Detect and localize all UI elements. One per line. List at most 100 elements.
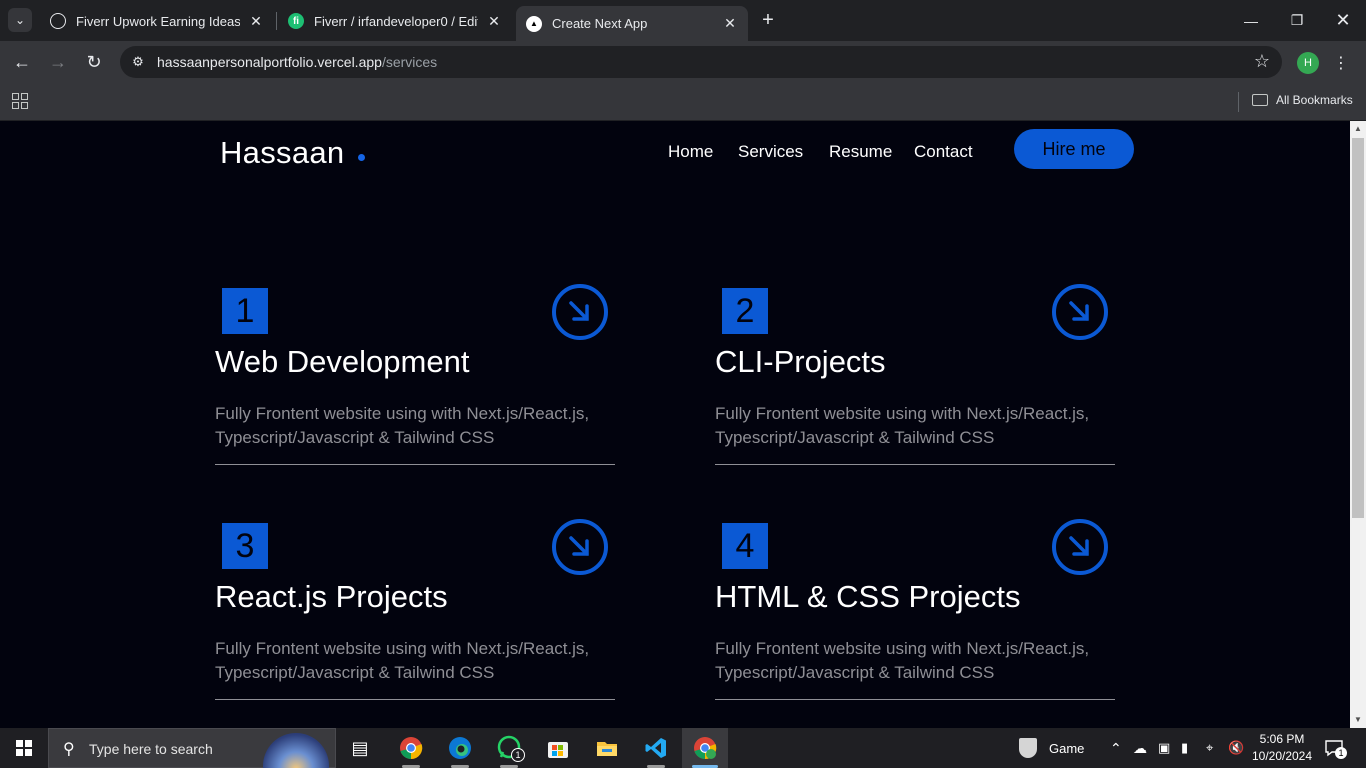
- reload-icon[interactable]: ↻: [82, 50, 106, 74]
- clock-date: 10/20/2024: [1251, 749, 1313, 763]
- service-title: Web Development: [215, 344, 470, 379]
- battery-icon[interactable]: ▮: [1181, 728, 1188, 768]
- hire-me-button[interactable]: Hire me: [1014, 129, 1134, 169]
- nav-resume[interactable]: Resume: [829, 142, 892, 162]
- notification-icon[interactable]: 1: [1324, 738, 1347, 759]
- page-scrollbar[interactable]: ▲ ▼: [1350, 121, 1366, 728]
- search-highlight-image: [263, 733, 329, 768]
- back-arrow-icon[interactable]: ←: [10, 50, 34, 74]
- url-host: hassaanpersonalportfolio.vercel.app: [157, 54, 382, 70]
- clock-time: 5:06 PM: [1259, 732, 1305, 746]
- arrow-down-right-icon[interactable]: [552, 519, 608, 575]
- tab-search-chevron-icon[interactable]: ⌄: [8, 8, 32, 32]
- service-number: 2: [722, 288, 768, 334]
- site-settings-icon[interactable]: ⚙: [128, 52, 148, 72]
- whatsapp-badge: 1: [511, 748, 525, 762]
- arrow-down-right-icon[interactable]: [1052, 284, 1108, 340]
- tab-create-next-app[interactable]: ▲ Create Next App ✕: [516, 6, 748, 41]
- tab-title: Create Next App: [552, 16, 648, 31]
- nav-contact[interactable]: Contact: [914, 142, 973, 162]
- service-description: Fully Frontent website using with Next.j…: [715, 639, 1090, 682]
- windows-taskbar: ⚲ Type here to search ▤ 1 Game ⌃ ☁ ▣ ▮ ⌖…: [0, 728, 1366, 768]
- url-text[interactable]: hassaanpersonalportfolio.vercel.app/serv…: [157, 54, 437, 70]
- volume-muted-icon[interactable]: 🔇: [1228, 728, 1244, 768]
- service-description: Fully Frontent website using with Next.j…: [215, 404, 590, 447]
- service-title: React.js Projects: [215, 579, 448, 614]
- wifi-icon[interactable]: ⌖: [1206, 728, 1213, 768]
- bookmark-star-icon[interactable]: ☆: [1254, 51, 1270, 72]
- service-title: HTML & CSS Projects: [715, 579, 1021, 614]
- tab-title: Fiverr Upwork Earning Ideas: [76, 13, 240, 29]
- nav-home[interactable]: Home: [668, 142, 713, 162]
- divider: [715, 464, 1115, 465]
- all-bookmarks-label: All Bookmarks: [1276, 93, 1353, 107]
- tab-fiverr-edit[interactable]: fi Fiverr / irfandeveloper0 / Edit G ✕: [278, 6, 512, 36]
- scroll-up-icon[interactable]: ▲: [1354, 125, 1362, 133]
- system-clock[interactable]: 5:06 PM 10/20/2024: [1250, 731, 1314, 765]
- weather-label: Game: [1049, 740, 1085, 756]
- apps-grid-icon[interactable]: [12, 93, 28, 109]
- arrow-down-right-icon[interactable]: [552, 284, 608, 340]
- service-card-html-css-projects[interactable]: 4 HTML & CSS Projects Fully Frontent web…: [715, 519, 1115, 713]
- chevron-up-icon[interactable]: ⌃: [1110, 728, 1122, 768]
- chrome-profile-icon[interactable]: [691, 734, 719, 762]
- scroll-down-icon[interactable]: ▼: [1354, 716, 1362, 724]
- service-number: 3: [222, 523, 268, 569]
- forward-arrow-icon[interactable]: →: [46, 50, 70, 74]
- edge-icon[interactable]: [446, 734, 474, 762]
- site-logo[interactable]: Hassaan: [220, 135, 366, 171]
- windows-start-icon[interactable]: [16, 740, 32, 756]
- chrome-icon[interactable]: [397, 734, 425, 762]
- openai-icon: [50, 13, 66, 29]
- service-number: 4: [722, 523, 768, 569]
- task-view-icon[interactable]: ▤: [346, 734, 374, 762]
- close-icon[interactable]: ✕: [248, 13, 264, 29]
- whatsapp-icon[interactable]: 1: [495, 734, 525, 762]
- microsoft-store-icon[interactable]: [544, 734, 572, 762]
- service-card-cli-projects[interactable]: 2 CLI-Projects Fully Frontent website us…: [715, 284, 1115, 478]
- scroll-thumb[interactable]: [1352, 138, 1364, 518]
- nav-services[interactable]: Services: [738, 142, 803, 162]
- divider: [215, 699, 615, 700]
- taskbar-search-box[interactable]: ⚲ Type here to search: [48, 728, 336, 768]
- all-bookmarks-button[interactable]: All Bookmarks: [1252, 93, 1353, 107]
- service-number: 1: [222, 288, 268, 334]
- folder-icon: [1252, 94, 1268, 106]
- brand-name: Hassaan: [220, 135, 345, 170]
- new-tab-button[interactable]: +: [758, 10, 778, 30]
- restore-icon[interactable]: ❐: [1274, 0, 1320, 41]
- tab-title: Fiverr / irfandeveloper0 / Edit G: [314, 13, 478, 29]
- close-icon[interactable]: ✕: [722, 15, 738, 32]
- divider: [715, 699, 1115, 700]
- browser-toolbar: ← → ↻ ⚙ hassaanpersonalportfolio.vercel.…: [0, 41, 1366, 83]
- service-card-react-projects[interactable]: 3 React.js Projects Fully Frontent websi…: [215, 519, 615, 713]
- nextjs-icon: ▲: [526, 15, 542, 32]
- service-card-web-development[interactable]: 1 Web Development Fully Frontent website…: [215, 284, 615, 478]
- tab-strip: ⌄ Fiverr Upwork Earning Ideas ✕ fi Fiver…: [0, 0, 1366, 41]
- window-close-icon[interactable]: ✕: [1320, 0, 1366, 41]
- brand-dot: [358, 154, 366, 161]
- vscode-icon[interactable]: [642, 734, 670, 762]
- search-placeholder: Type here to search: [89, 741, 213, 757]
- nfl-icon: [1019, 738, 1037, 758]
- bookmarks-bar: All Bookmarks: [0, 83, 1366, 121]
- tab-fiverr-upwork[interactable]: Fiverr Upwork Earning Ideas ✕: [40, 6, 274, 36]
- service-title: CLI-Projects: [715, 344, 886, 379]
- notification-badge: 1: [1335, 747, 1347, 759]
- fiverr-icon: fi: [288, 13, 304, 29]
- address-bar[interactable]: ⚙ hassaanpersonalportfolio.vercel.app/se…: [120, 46, 1282, 78]
- page-viewport: Hassaan Home Services Resume Contact Hir…: [0, 121, 1350, 728]
- browser-menu-icon[interactable]: ⋮: [1333, 52, 1349, 74]
- profile-avatar[interactable]: H: [1297, 52, 1319, 74]
- close-icon[interactable]: ✕: [486, 13, 502, 29]
- weather-widget[interactable]: Game: [1019, 728, 1084, 768]
- service-description: Fully Frontent website using with Next.j…: [215, 639, 590, 682]
- service-description: Fully Frontent website using with Next.j…: [715, 404, 1090, 447]
- meet-now-icon[interactable]: ▣: [1158, 728, 1170, 768]
- arrow-down-right-icon[interactable]: [1052, 519, 1108, 575]
- file-explorer-icon[interactable]: [593, 734, 621, 762]
- search-icon: ⚲: [63, 741, 75, 758]
- minimize-icon[interactable]: —: [1228, 0, 1274, 41]
- divider: [215, 464, 615, 465]
- onedrive-icon[interactable]: ☁: [1133, 728, 1147, 768]
